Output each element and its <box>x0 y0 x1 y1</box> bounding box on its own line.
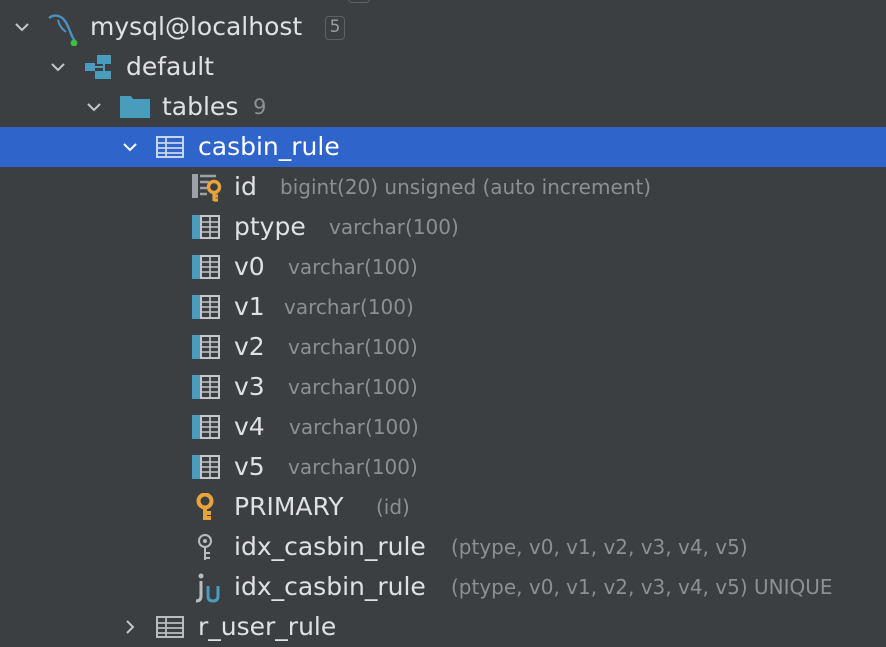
tree-node-index[interactable]: idx_casbin_rule (ptype, v0, v1, v2, v3, … <box>0 527 886 567</box>
index-name: idx_casbin_rule <box>234 572 426 601</box>
column-type: varchar(100) <box>288 335 418 359</box>
tree-node-table-next[interactable]: r_user_rule <box>0 607 886 647</box>
chevron-right-icon[interactable] <box>122 619 138 635</box>
folder-count: 9 <box>253 95 267 119</box>
column-icon <box>192 295 220 319</box>
schema-name: default <box>126 52 214 81</box>
primary-key-column-icon <box>192 174 222 202</box>
tree-node-tables-folder[interactable]: tables 9 <box>0 87 886 127</box>
column-type: varchar(100) <box>329 215 459 239</box>
tree-node-column[interactable]: v5 varchar(100) <box>0 447 886 487</box>
tree-node-primary-key[interactable]: PRIMARY (id) <box>0 487 886 527</box>
tree-node-table-casbin-rule[interactable]: casbin_rule <box>0 127 886 167</box>
mysql-dolphin-icon <box>48 14 78 46</box>
column-name: ptype <box>234 212 306 241</box>
key-name: PRIMARY <box>234 492 344 521</box>
folder-name: tables <box>162 92 239 121</box>
tree-node-column[interactable]: ptype varchar(100) <box>0 207 886 247</box>
connection-name: mysql@localhost <box>90 12 303 41</box>
column-icon <box>192 415 220 439</box>
column-type: varchar(100) <box>288 375 418 399</box>
folder-icon <box>120 96 150 118</box>
tree-node-column[interactable]: v3 varchar(100) <box>0 367 886 407</box>
tree-node-column[interactable]: v0 varchar(100) <box>0 247 886 287</box>
column-icon <box>192 375 220 399</box>
column-name: v1 <box>234 292 265 321</box>
connection-count-badge: 5 <box>325 16 345 40</box>
column-icon <box>192 255 220 279</box>
index-columns: (ptype, v0, v1, v2, v3, v4, v5) UNIQUE <box>451 575 833 599</box>
scroll-nub <box>348 0 370 3</box>
column-type: varchar(100) <box>289 415 419 439</box>
tree-node-column[interactable]: v2 varchar(100) <box>0 327 886 367</box>
chevron-down-icon[interactable] <box>122 139 138 155</box>
column-type: varchar(100) <box>288 255 418 279</box>
chevron-down-icon[interactable] <box>86 99 102 115</box>
tree-node-column[interactable]: v1 varchar(100) <box>0 287 886 327</box>
tree-node-column[interactable]: id bigint(20) unsigned (auto increment) <box>0 167 886 207</box>
table-icon <box>156 136 184 158</box>
column-icon <box>192 335 220 359</box>
primary-key-icon <box>196 493 214 520</box>
column-name: v3 <box>234 372 265 401</box>
schema-icon <box>85 55 111 79</box>
column-name: v5 <box>234 452 265 481</box>
chevron-down-icon[interactable] <box>50 59 66 75</box>
unique-index-icon <box>196 573 220 603</box>
column-type: varchar(100) <box>288 455 418 479</box>
tree-node-connection[interactable]: mysql@localhost 5 <box>0 7 886 47</box>
column-name: id <box>234 172 257 201</box>
tree-node-unique-index[interactable]: idx_casbin_rule (ptype, v0, v1, v2, v3, … <box>0 567 886 607</box>
table-icon <box>156 616 184 638</box>
key-columns: (id) <box>376 495 410 519</box>
tree-node-schema[interactable]: default <box>0 47 886 87</box>
column-name: v2 <box>234 332 265 361</box>
column-type: varchar(100) <box>284 295 414 319</box>
tree-node-column[interactable]: v4 varchar(100) <box>0 407 886 447</box>
index-columns: (ptype, v0, v1, v2, v3, v4, v5) <box>451 535 748 559</box>
column-icon <box>192 455 220 479</box>
column-icon <box>192 215 220 239</box>
column-name: v0 <box>234 252 265 281</box>
chevron-down-icon[interactable] <box>14 19 30 35</box>
table-name: casbin_rule <box>198 132 340 161</box>
index-key-icon <box>198 534 212 560</box>
table-name: r_user_rule <box>198 612 337 641</box>
index-name: idx_casbin_rule <box>234 532 426 561</box>
column-type: bigint(20) unsigned (auto increment) <box>280 175 652 199</box>
column-name: v4 <box>234 412 265 441</box>
